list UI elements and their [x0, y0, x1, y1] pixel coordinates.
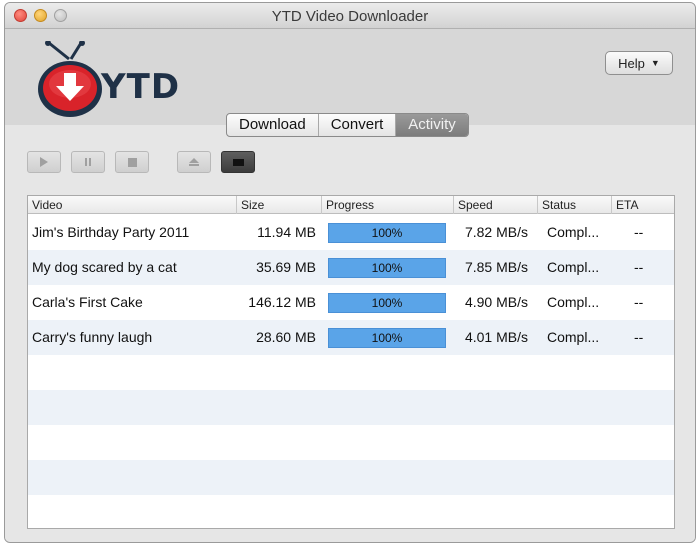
stop-button[interactable] [115, 151, 149, 173]
pause-icon [85, 158, 91, 166]
eta-cell: -- [634, 294, 644, 310]
empty-table-row [28, 355, 674, 390]
video-title-cell: My dog scared by a cat [32, 259, 177, 275]
eta-cell: -- [634, 329, 644, 345]
column-header-speed[interactable]: Speed [454, 196, 538, 214]
status-cell: Compl... [547, 259, 600, 275]
open-folder-button[interactable] [221, 151, 255, 173]
size-cell: 28.60 MB [256, 329, 316, 345]
progress-label: 100% [371, 226, 403, 240]
eta-cell: -- [634, 259, 644, 275]
progress-bar: 100% [328, 223, 446, 243]
size-cell: 146.12 MB [248, 294, 316, 310]
empty-table-row [28, 460, 674, 495]
play-icon [40, 157, 48, 167]
eta-cell: -- [634, 224, 644, 240]
progress-bar: 100% [328, 258, 446, 278]
tab-download[interactable]: Download [227, 114, 319, 136]
video-title-cell: Jim's Birthday Party 2011 [32, 224, 190, 240]
activity-table: Video Size Progress Speed Status ETA Jim… [27, 195, 675, 529]
table-row[interactable]: Jim's Birthday Party 2011 11.94 MB 100% 7.8… [28, 215, 674, 250]
empty-table-row [28, 425, 674, 460]
column-header-status[interactable]: Status [538, 196, 612, 214]
empty-table-row [28, 390, 674, 425]
status-cell: Compl... [547, 294, 600, 310]
speed-cell: 7.82 MB/s [464, 224, 528, 240]
table-row[interactable]: My dog scared by a cat 35.69 MB 100% 7.85 M… [28, 250, 674, 285]
size-cell: 35.69 MB [256, 259, 316, 275]
size-cell: 11.94 MB [257, 224, 316, 240]
tab-convert[interactable]: Convert [319, 114, 397, 136]
status-cell: Compl... [547, 224, 600, 240]
tab-activity[interactable]: Activity [396, 114, 468, 136]
app-window: YTD Video Downloader YTD Help ▼ Download… [4, 2, 696, 543]
progress-label: 100% [371, 296, 403, 310]
help-button-label: Help [618, 55, 645, 71]
folder-icon [232, 158, 244, 166]
column-header-progress[interactable]: Progress [322, 196, 454, 214]
stop-icon [127, 157, 137, 167]
progress-label: 100% [371, 261, 403, 275]
window-title: YTD Video Downloader [271, 8, 429, 25]
speed-cell: 4.01 MB/s [464, 329, 528, 345]
header: YTD Help ▼ [5, 29, 695, 125]
eject-button[interactable] [177, 151, 211, 173]
video-title-cell: Carry's funny laugh [32, 329, 153, 345]
table-header: Video Size Progress Speed Status ETA [28, 196, 674, 214]
help-button[interactable]: Help ▼ [605, 51, 673, 75]
empty-table-row [28, 495, 674, 528]
progress-bar: 100% [328, 328, 446, 348]
play-button[interactable] [27, 151, 61, 173]
video-title-cell: Carla's First Cake [32, 294, 143, 310]
table-row[interactable]: Carry's funny laugh 28.60 MB 100% 4.01 MB/s… [28, 320, 674, 355]
progress-label: 100% [371, 331, 403, 345]
column-header-video[interactable]: Video [28, 196, 237, 214]
logo-text: YTD [101, 67, 181, 107]
eject-icon [189, 158, 199, 166]
chevron-down-icon: ▼ [650, 58, 660, 68]
pause-button[interactable] [71, 151, 105, 173]
status-cell: Compl... [547, 329, 600, 345]
column-header-eta[interactable]: ETA [612, 196, 674, 214]
title-bar[interactable]: YTD Video Downloader [5, 3, 695, 29]
speed-cell: 4.90 MB/s [464, 294, 528, 310]
view-tabs: Download Convert Activity [226, 113, 469, 137]
column-header-size[interactable]: Size [237, 196, 322, 214]
speed-cell: 7.85 MB/s [464, 259, 528, 275]
progress-bar: 100% [328, 293, 446, 313]
table-row[interactable]: Carla's First Cake 146.12 MB 100% 4.90 MB/s… [28, 285, 674, 320]
